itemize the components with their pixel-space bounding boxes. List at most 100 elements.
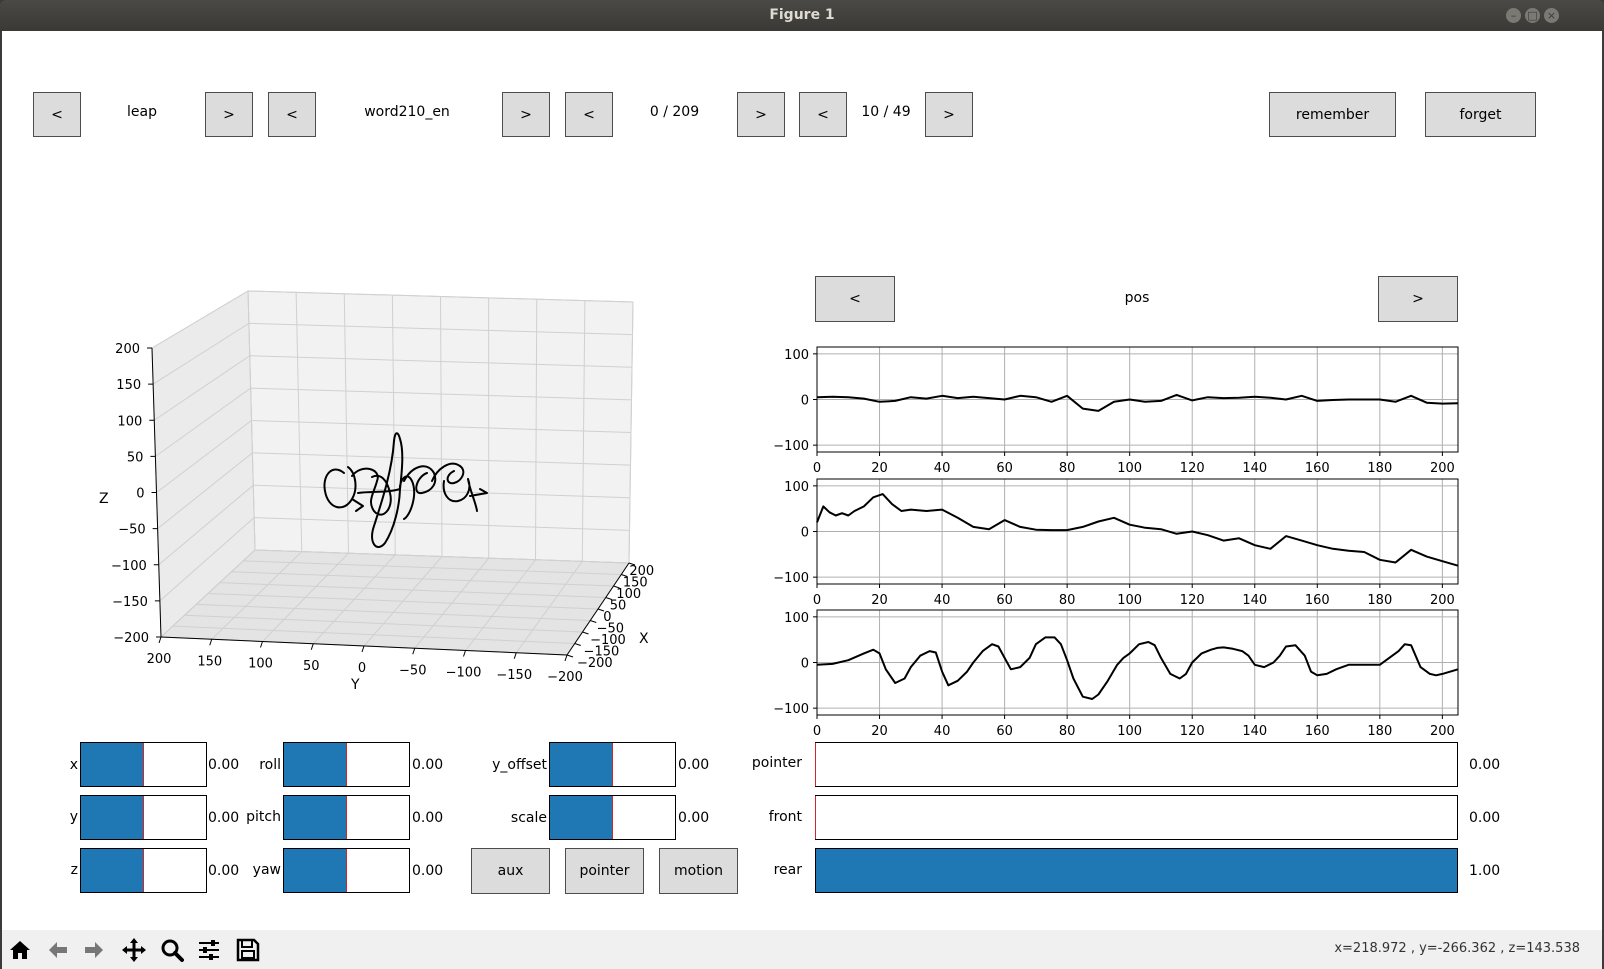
y-tick-label: 100 (784, 480, 809, 495)
slider-pitch-label: pitch (246, 809, 281, 825)
configure-icon[interactable] (195, 936, 223, 964)
save-icon[interactable] (234, 936, 262, 964)
nav-toolbar: x=218.972 , y=-266.362 , z=143.538 (2, 930, 1602, 969)
home-icon[interactable] (6, 936, 34, 964)
y-tick-label: 0 (801, 526, 809, 541)
z-tick-label: −50 (118, 523, 145, 538)
slider-front-value: 0.00 (1469, 810, 1501, 826)
word-next-button[interactable]: > (502, 92, 550, 137)
y-tick-label: 100 (248, 657, 273, 672)
signal-prev-button[interactable]: < (815, 276, 895, 322)
x-tick-label: 140 (1242, 724, 1267, 739)
motion-button[interactable]: motion (659, 848, 738, 894)
word-index-prev-button[interactable]: < (565, 92, 613, 137)
word-index-label: 0 / 209 (649, 104, 700, 120)
slider-rear-fill (816, 849, 1457, 892)
slider-y[interactable] (80, 795, 207, 840)
slider-y-offset[interactable] (549, 742, 676, 787)
y-tick-label: −50 (399, 663, 426, 678)
close-icon[interactable]: × (1544, 8, 1559, 23)
slider-yaw-fill (284, 849, 347, 892)
slider-x-fill (81, 743, 144, 786)
x-tick-label: 50 (610, 599, 627, 614)
y-tick (361, 645, 365, 653)
window-title: Figure 1 (769, 7, 835, 23)
y-tick (463, 650, 466, 657)
z-tick-label: −150 (112, 595, 148, 610)
slider-pointer[interactable] (815, 742, 1458, 787)
series-line (816, 493, 1459, 567)
slider-scale-fill (550, 796, 613, 839)
slider-scale[interactable] (549, 795, 676, 840)
y-tick-label: 50 (303, 659, 320, 674)
slider-y-offset-label: y_offset (492, 757, 547, 773)
slider-yaw-marker (345, 849, 347, 892)
slider-pitch-fill (284, 796, 347, 839)
y-tick-label: −100 (773, 571, 809, 586)
aux-button[interactable]: aux (471, 848, 550, 894)
sample-index-label: 10 / 49 (861, 104, 911, 120)
device-prev-button[interactable]: < (33, 92, 81, 137)
slider-z[interactable] (80, 848, 207, 893)
x-tick (590, 620, 597, 623)
slider-roll-marker (345, 743, 347, 786)
maximize-icon[interactable]: □ (1525, 8, 1540, 23)
slider-pitch-marker (345, 796, 347, 839)
remember-button[interactable]: remember (1269, 92, 1396, 137)
pos-chart-z[interactable]: 0 20 40 60 80 100 120 140 160 180 200 100 0 −100 (772, 604, 1472, 744)
y-tick (158, 636, 162, 644)
slider-x[interactable] (80, 742, 207, 787)
y-tick-label: 150 (197, 654, 222, 669)
slider-scale-marker (611, 796, 613, 839)
word-label: word210_en (364, 104, 450, 120)
pos-chart-y[interactable]: 0 20 40 60 80 100 120 140 160 180 2001000−100 (772, 473, 1472, 613)
z-tick-label: −200 (113, 631, 149, 646)
y-tick-label: −100 (446, 666, 482, 681)
forward-icon[interactable] (80, 936, 108, 964)
z-tick-label: −100 (111, 559, 147, 574)
slider-x-label: x (69, 757, 78, 773)
signal-next-button[interactable]: > (1378, 276, 1458, 322)
slider-y-label: y (69, 809, 78, 825)
x-tick-label: 40 (934, 724, 951, 739)
slider-pointer-label: pointer (751, 755, 802, 771)
pointer-button[interactable]: pointer (565, 848, 644, 894)
y-tick (310, 643, 314, 650)
figure-canvas: < leap > < word210_en > < 0 / 209 > < 10… (2, 31, 1602, 930)
minimize-icon[interactable]: – (1506, 8, 1521, 23)
slider-roll-value: 0.00 (412, 757, 444, 773)
slider-y-fill (81, 796, 144, 839)
word-index-next-button[interactable]: > (737, 92, 785, 137)
y-tick (513, 652, 517, 659)
sample-next-button[interactable]: > (925, 92, 973, 137)
slider-yaw-label: yaw (252, 862, 281, 878)
back-icon[interactable] (44, 936, 72, 964)
pan-icon[interactable] (120, 936, 148, 964)
zoom-icon[interactable] (158, 936, 186, 964)
z-axis-label: Z (99, 491, 109, 507)
forget-button[interactable]: forget (1425, 92, 1536, 137)
slider-pitch-value: 0.00 (412, 810, 444, 826)
slider-front[interactable] (815, 795, 1458, 840)
y-tick-label: 100 (784, 348, 809, 363)
slider-front-label: front (768, 809, 802, 825)
slider-roll[interactable] (283, 742, 410, 787)
slider-y-marker (142, 796, 144, 839)
device-next-button[interactable]: > (205, 92, 253, 137)
sample-prev-button[interactable]: < (799, 92, 847, 137)
slider-rear[interactable] (815, 848, 1458, 893)
pos-chart-x[interactable]: 0 20 40 60 80 100 120 140 160 180 2001000−100 (772, 341, 1472, 481)
x-tick-label: 200 (1430, 724, 1455, 739)
slider-z-marker (142, 849, 144, 892)
series-line (816, 636, 1459, 700)
z-tick-label: 50 (127, 450, 144, 465)
plot-3d[interactable]: 200 150 100 50 0 −50 −100 −150 −200 200 150 100 50 0… (82, 281, 662, 721)
cursor-coordinates: x=218.972 , y=-266.362 , z=143.538 (1334, 941, 1580, 956)
slider-pitch[interactable] (283, 795, 410, 840)
slider-y-offset-fill (550, 743, 613, 786)
x-tick-label: 0 (813, 724, 821, 739)
word-prev-button[interactable]: < (268, 92, 316, 137)
slider-z-label: z (70, 862, 78, 878)
slider-yaw[interactable] (283, 848, 410, 893)
slider-y-offset-marker (611, 743, 613, 786)
